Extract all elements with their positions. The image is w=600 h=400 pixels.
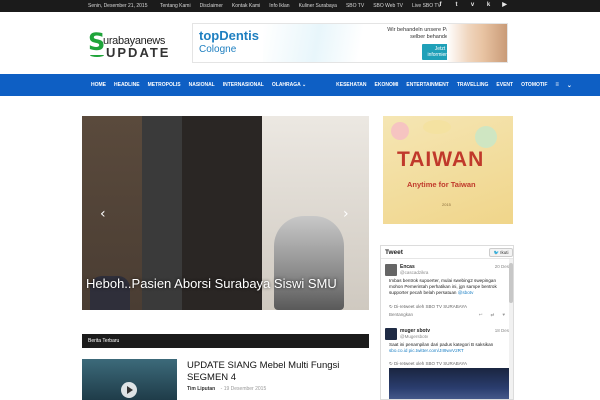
- tweet-date[interactable]: 20 Des: [495, 264, 509, 269]
- tweet-text-body: Saat ini penampilan dari padus kategori …: [389, 342, 494, 347]
- nav-ekonomi[interactable]: EKONOMI: [375, 82, 399, 88]
- scrollbar-thumb[interactable]: [509, 263, 513, 303]
- vk-icon[interactable]: k: [485, 2, 492, 9]
- nav-otomotif[interactable]: OTOMOTIF: [521, 82, 547, 88]
- ad-swirl-decoration: [263, 24, 383, 62]
- tweet-author-handle[interactable]: @cascadzikra: [400, 270, 428, 275]
- tweet-link[interactable]: sbo.co.id pic.twitter.com/JII9wvV2RT: [389, 348, 464, 353]
- top-links: Tentang Kami Disclaimer Kontak Kami Info…: [160, 3, 441, 9]
- social-links: f t v k ▶: [437, 2, 508, 9]
- retweet-icon[interactable]: ⇄: [491, 312, 495, 318]
- ad-brand-city: Cologne: [199, 44, 237, 55]
- menu-icon[interactable]: ≡: [555, 82, 559, 88]
- nav-olahraga[interactable]: OLAHRAGA ⌄: [272, 82, 306, 88]
- tweet-text: Imbas bentrok supoerter, mulai swebing2 …: [389, 278, 509, 296]
- nav-metropolis[interactable]: METROPOLIS: [148, 82, 181, 88]
- top-link-kontak-kami[interactable]: Kontak Kami: [232, 3, 260, 9]
- top-link-disclaimer[interactable]: Disclaimer: [200, 3, 223, 9]
- nav-internasional[interactable]: INTERNASIONAL: [223, 82, 264, 88]
- slide-image-person: [274, 216, 344, 310]
- avatar[interactable]: [385, 328, 397, 340]
- twitter-widget-header: Tweet 🐦 Ikuti: [381, 246, 513, 259]
- top-bar: Senin, Desember 21, 2015 Tentang Kami Di…: [0, 0, 600, 12]
- top-link-info-iklan[interactable]: Info Iklan: [269, 3, 289, 9]
- chevron-down-icon[interactable]: ⌄: [567, 82, 572, 89]
- section-header: Berita Terbaru: [82, 334, 369, 348]
- retweet-note: ↻ Di-retweet oleh SBO TV SURABAYA: [389, 361, 468, 366]
- sidebar-ad[interactable]: TAIWAN Anytime for Taiwan 2015: [383, 116, 513, 224]
- nav-headline[interactable]: HEADLINE: [114, 82, 140, 88]
- top-link-sbo-web-tv[interactable]: SBO Web TV: [373, 3, 403, 9]
- facebook-icon[interactable]: f: [437, 2, 444, 9]
- tweet-item[interactable]: Encas @cascadzikra 20 Des Imbas bentrok …: [385, 264, 511, 320]
- tweet-media-image[interactable]: [389, 368, 509, 399]
- article-date: - 19 Desember 2015: [220, 386, 267, 392]
- ad-decoration-blob: [475, 126, 497, 148]
- article-thumbnail[interactable]: [82, 359, 177, 400]
- nav-kesehatan[interactable]: KESEHATAN: [336, 82, 366, 88]
- twitter-widget: Tweet 🐦 Ikuti Encas @cascadzikra 20 Des …: [380, 245, 514, 400]
- ad-title: TAIWAN: [397, 148, 485, 171]
- tweet-text: Saat ini penampilan dari padus kategori …: [389, 342, 509, 354]
- tweet-text-body: Imbas bentrok supoerter, mulai swebing2 …: [389, 278, 497, 295]
- expand-link[interactable]: Bentangkan: [389, 312, 413, 317]
- header-ad-banner[interactable]: topDentis Cologne Wir behandeln unsere P…: [192, 23, 508, 63]
- slider-prev-icon[interactable]: ‹: [100, 206, 106, 222]
- tweet-date[interactable]: 18 Des: [495, 328, 509, 333]
- ad-decoration-blob: [391, 122, 409, 140]
- tweet-item[interactable]: muger sbotv @Mugersbotv 18 Des Saat ini …: [385, 328, 511, 399]
- twitter-icon[interactable]: t: [453, 2, 460, 9]
- retweet-note: ↻ Di-retweet oleh SBO TV SURABAYA: [389, 304, 468, 309]
- vimeo-icon[interactable]: v: [469, 2, 476, 9]
- site-logo[interactable]: S urabayanews UPDATE: [88, 30, 183, 61]
- section-title: Berita Terbaru: [88, 338, 120, 344]
- reply-icon[interactable]: ↩: [479, 312, 483, 318]
- tweet-link[interactable]: @sbotv: [458, 290, 474, 295]
- top-link-kuliner-surabaya[interactable]: Kuliner Surabaya: [299, 3, 337, 9]
- nav-entertainment[interactable]: ENTERTAINMENT: [406, 82, 448, 88]
- ad-brand-name: topDentis: [199, 28, 259, 43]
- nav-home[interactable]: HOME: [91, 82, 106, 88]
- logo-swoosh: [90, 53, 104, 57]
- ad-year: 2015: [442, 202, 451, 207]
- nav-travelling[interactable]: TRAVELLING: [457, 82, 489, 88]
- article-meta: Tim Liputan - 19 Desember 2015: [187, 386, 266, 392]
- article-title[interactable]: UPDATE SIANG Mebel Multi Fungsi SEGMEN 4: [187, 360, 357, 384]
- main-nav: HOME HEADLINE METROPOLIS NASIONAL INTERN…: [0, 74, 600, 96]
- slider-next-icon[interactable]: ›: [343, 206, 349, 222]
- like-icon[interactable]: ♥: [502, 312, 505, 318]
- nav-event[interactable]: EVENT: [496, 82, 513, 88]
- ad-model-image: [447, 24, 507, 62]
- ad-decoration-blob: [423, 120, 451, 134]
- page: Senin, Desember 21, 2015 Tentang Kami Di…: [0, 0, 600, 400]
- logo-update-text: UPDATE: [106, 45, 171, 60]
- nav-nasional[interactable]: NASIONAL: [189, 82, 215, 88]
- top-link-sbo-tv[interactable]: SBO TV: [346, 3, 364, 9]
- avatar[interactable]: [385, 264, 397, 276]
- twitter-widget-title: Tweet: [385, 249, 403, 256]
- featured-slider[interactable]: ‹ › Heboh..Pasien Aborsi Surabaya Siswi …: [82, 116, 369, 310]
- slide-caption[interactable]: Heboh..Pasien Aborsi Surabaya Siswi SMU: [86, 276, 337, 291]
- tweet-author-handle[interactable]: @Mugersbotv: [400, 334, 428, 339]
- scrollbar[interactable]: [509, 259, 513, 399]
- follow-button[interactable]: 🐦 Ikuti: [489, 248, 513, 257]
- ad-subtitle: Anytime for Taiwan: [407, 180, 476, 189]
- article-author[interactable]: Tim Liputan: [187, 386, 215, 392]
- current-date: Senin, Desember 21, 2015: [88, 3, 148, 9]
- youtube-icon[interactable]: ▶: [501, 2, 508, 9]
- play-icon[interactable]: [121, 382, 137, 398]
- top-link-tentang-kami[interactable]: Tentang Kami: [160, 3, 191, 9]
